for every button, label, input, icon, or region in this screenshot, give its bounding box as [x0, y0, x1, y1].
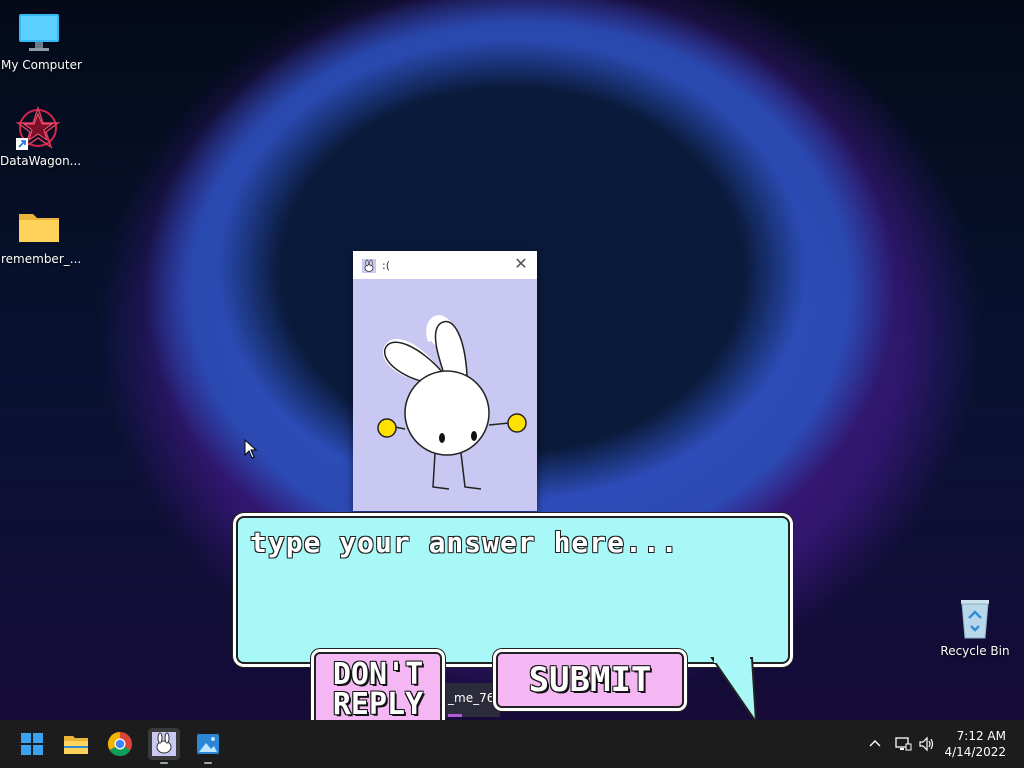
desktop-icon-label: DataWagon...: [0, 154, 82, 168]
desktop-icon-recycle-bin[interactable]: Recycle Bin: [937, 596, 1013, 658]
recycle-bin-icon: [953, 596, 997, 640]
background-window-title: _me_76: [448, 691, 495, 705]
popup-titlebar[interactable]: :( ✕: [353, 251, 537, 279]
desktop-icon-my-computer[interactable]: My Computer: [1, 10, 82, 72]
folder-icon: [64, 736, 88, 754]
chrome-icon: [107, 732, 132, 757]
bunny-popup-window: :( ✕: [353, 251, 537, 511]
taskbar-file-explorer[interactable]: [60, 728, 92, 760]
taskbar-bunny-app[interactable]: [148, 728, 180, 764]
mouse-cursor-icon: [244, 439, 258, 459]
running-indicator: [160, 762, 168, 764]
clock-date: 4/14/2022: [944, 745, 1006, 759]
dont-reply-button[interactable]: DON'T REPLY: [314, 652, 442, 726]
start-button[interactable]: [16, 728, 48, 760]
background-window-tab[interactable]: _me_76: [440, 683, 500, 717]
clock-time: 7:12 AM: [956, 729, 1006, 743]
taskbar-photos[interactable]: [192, 728, 224, 764]
dont-reply-label-line2: REPLY: [332, 687, 424, 722]
running-indicator: [204, 762, 212, 764]
desktop-icon-label: Recycle Bin: [940, 644, 1010, 658]
speech-bubble-tail: [710, 657, 758, 726]
volume-icon[interactable]: [918, 736, 936, 752]
datawagon-icon: [15, 105, 61, 150]
bunny-app-icon: [362, 258, 376, 273]
desktop-icon-datawagon[interactable]: DataWagon...: [0, 105, 82, 168]
taskbar-chrome[interactable]: [104, 728, 136, 760]
desktop-icon-label: remember_...: [1, 252, 82, 266]
photos-icon: [197, 734, 219, 754]
desktop-icon-label: My Computer: [1, 58, 82, 72]
monitor-icon: [17, 10, 61, 54]
popup-title: :(: [382, 258, 390, 272]
submit-button[interactable]: SUBMIT: [496, 652, 684, 708]
network-icon[interactable]: [894, 736, 912, 752]
answer-input[interactable]: type your answer here...: [250, 526, 679, 559]
bunny-character: [377, 315, 527, 490]
dont-reply-label-line1: DON'T: [332, 657, 424, 692]
taskbar: 7:12 AM 4/14/2022: [0, 720, 1024, 768]
answer-speech-bubble[interactable]: type your answer here...: [236, 516, 790, 664]
close-button[interactable]: ✕: [513, 256, 529, 272]
active-indicator: [448, 714, 462, 717]
desktop-icon-remember-folder[interactable]: remember_...: [1, 204, 82, 266]
folder-icon: [17, 204, 61, 248]
taskbar-clock[interactable]: 7:12 AM 4/14/2022: [944, 728, 1006, 760]
windows-start-icon: [21, 733, 43, 755]
chevron-up-icon[interactable]: [866, 736, 884, 752]
bunny-app-icon: [152, 732, 176, 756]
